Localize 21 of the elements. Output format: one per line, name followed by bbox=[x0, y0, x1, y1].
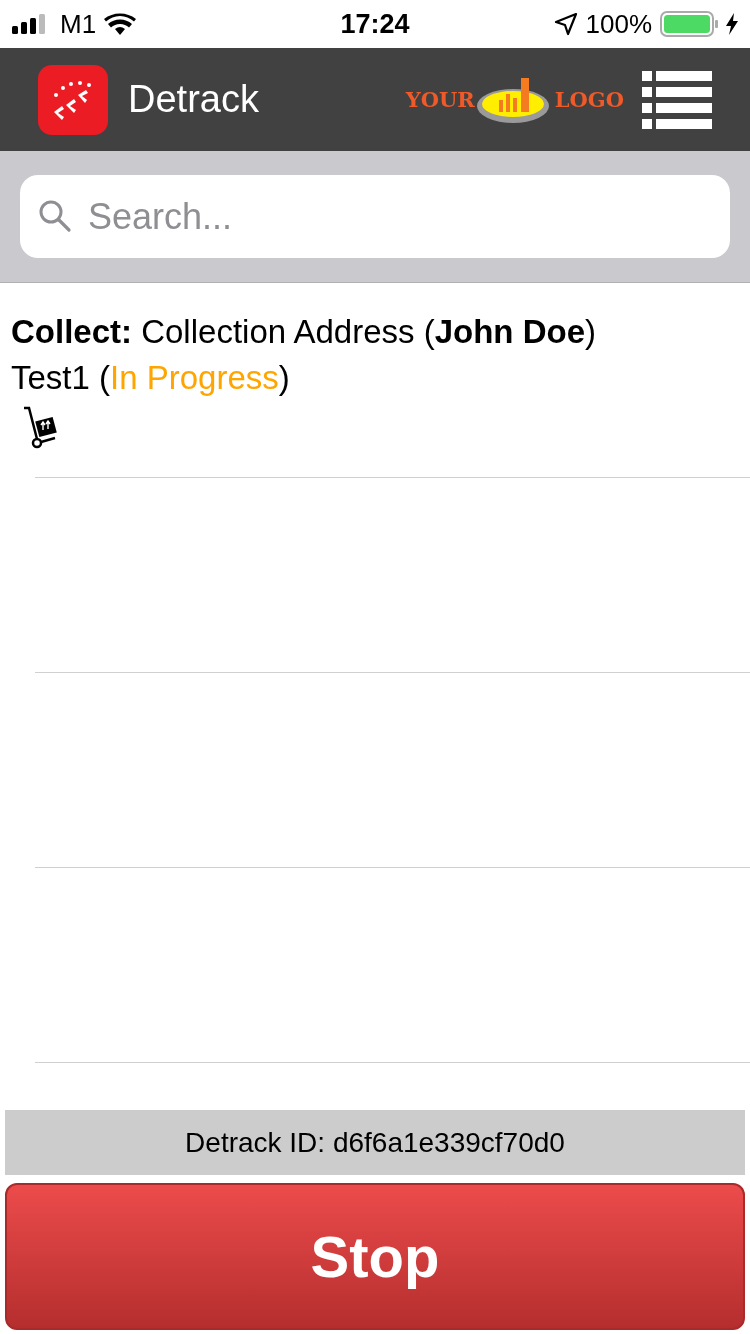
job-status: In Progress bbox=[110, 359, 279, 396]
battery-icon bbox=[660, 11, 718, 37]
stop-button[interactable]: Stop bbox=[5, 1183, 745, 1330]
clock-time: 17:24 bbox=[339, 8, 411, 40]
carrier-name: M1 bbox=[60, 8, 97, 40]
logo-text: LOGO bbox=[554, 87, 624, 112]
location-arrow-icon bbox=[553, 12, 578, 36]
search-field[interactable]: Search... bbox=[20, 175, 730, 258]
app-logo-icon bbox=[38, 64, 108, 135]
search-icon bbox=[38, 199, 72, 233]
detrack-id-label: Detrack ID: d6f6a1e339cf70d0 bbox=[5, 1110, 745, 1175]
hand-truck-icon bbox=[23, 405, 59, 449]
battery-percentage: 100% bbox=[585, 8, 652, 40]
job-title: Collect: Collection Address (John Doe) bbox=[11, 312, 596, 352]
logo-text: YOUR bbox=[405, 87, 475, 112]
job-reference: Test1 ( bbox=[11, 359, 111, 396]
wifi-icon bbox=[104, 12, 137, 36]
menu-button[interactable] bbox=[642, 70, 712, 129]
closing-parenthesis: ) bbox=[278, 359, 290, 396]
app-title: Detrack bbox=[128, 78, 259, 121]
charging-bolt-icon bbox=[726, 13, 738, 35]
